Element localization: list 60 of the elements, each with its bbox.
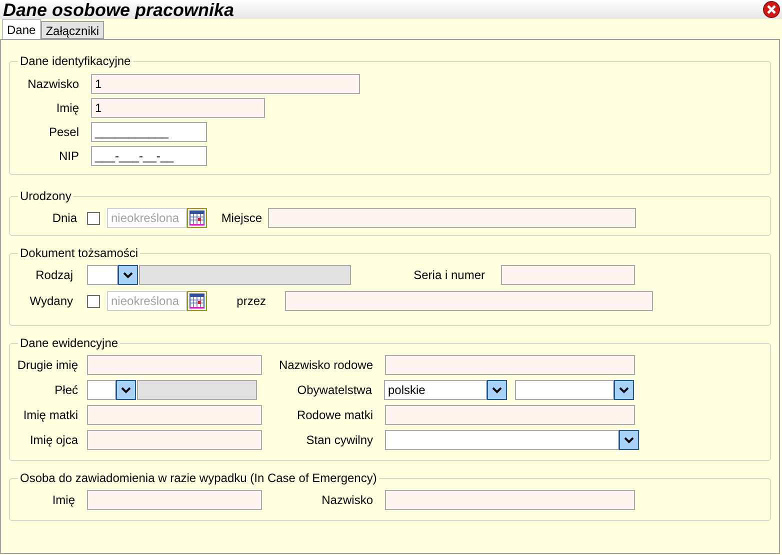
field-label: Seria i numer bbox=[414, 267, 485, 284]
field-label: Stan cywilny bbox=[306, 432, 373, 449]
second-name-field[interactable] bbox=[87, 355, 262, 375]
group-title: Urodzony bbox=[20, 189, 72, 203]
field-label: Rodzaj bbox=[36, 267, 73, 284]
calendar-icon bbox=[189, 293, 205, 309]
dropdown-button[interactable] bbox=[487, 380, 507, 400]
field-label: NIP bbox=[58, 148, 79, 165]
pesel-field[interactable]: ___________ bbox=[91, 122, 207, 142]
window-title: Dane osobowe pracownika bbox=[3, 0, 234, 18]
dropdown-button[interactable] bbox=[118, 265, 138, 285]
field-label: Obywatelstwa bbox=[297, 382, 372, 399]
place-field[interactable] bbox=[268, 208, 636, 228]
calendar-button[interactable] bbox=[187, 208, 207, 228]
citizenship-combo[interactable]: polskie bbox=[384, 380, 487, 400]
field-label: przez bbox=[236, 293, 266, 310]
checkbox[interactable] bbox=[87, 294, 100, 308]
contact-surname-field[interactable] bbox=[385, 490, 635, 510]
chevron-down-icon bbox=[492, 386, 502, 394]
group-title: Osoba do zawiadomienia w razie wypadku (In Case of Emergency) bbox=[20, 471, 377, 485]
field-label: Imię ojca bbox=[30, 432, 78, 449]
tab[interactable]: Dane bbox=[2, 19, 41, 39]
field-label: Nazwisko rodowe bbox=[278, 357, 373, 374]
field-label: Imię matki bbox=[23, 407, 78, 424]
field-label: Imię bbox=[56, 100, 79, 117]
calendar-button[interactable] bbox=[187, 291, 207, 311]
mother-name-field[interactable] bbox=[87, 405, 262, 425]
field-label: Nazwisko bbox=[28, 76, 79, 93]
nip-field[interactable]: ___-___-__-__ bbox=[91, 146, 207, 166]
close-icon[interactable] bbox=[763, 1, 780, 18]
chevron-down-icon bbox=[123, 272, 133, 278]
field-label: Pesel bbox=[48, 124, 79, 141]
group-title: Dane identyfikacyjne bbox=[20, 54, 131, 68]
mother-maiden-name-field[interactable] bbox=[385, 405, 635, 425]
dropdown-button[interactable] bbox=[116, 380, 136, 400]
field-label: Nazwisko bbox=[322, 492, 373, 509]
surname-field[interactable]: 1 bbox=[91, 74, 360, 94]
field-label: Rodowe matki bbox=[296, 407, 373, 424]
field-label: Dnia bbox=[52, 210, 77, 227]
issued-by-field[interactable] bbox=[285, 291, 653, 311]
dropdown-button[interactable] bbox=[614, 380, 634, 400]
field-label: Imię bbox=[52, 492, 75, 509]
series-number-field[interactable] bbox=[501, 265, 635, 285]
first-name-field[interactable]: 1 bbox=[91, 98, 265, 118]
calendar-icon bbox=[189, 210, 205, 226]
field-label: Płeć bbox=[54, 382, 78, 399]
checkbox[interactable] bbox=[87, 212, 100, 224]
father-name-field[interactable] bbox=[87, 430, 262, 450]
chevron-down-icon bbox=[121, 386, 131, 394]
group-title: Dokument tożsamości bbox=[20, 246, 138, 260]
field-label: Wydany bbox=[30, 293, 73, 310]
chevron-down-icon bbox=[624, 436, 634, 444]
dropdown-button[interactable] bbox=[619, 430, 639, 450]
field-label: Miejsce bbox=[221, 210, 262, 227]
group-title: Dane ewidencyjne bbox=[20, 336, 118, 350]
maiden-name-field[interactable] bbox=[385, 355, 635, 375]
contact-first-name-field[interactable] bbox=[87, 490, 262, 510]
chevron-down-icon bbox=[619, 386, 629, 394]
field-label: Drugie imię bbox=[17, 357, 78, 374]
tab[interactable]: Załączniki bbox=[40, 21, 104, 39]
